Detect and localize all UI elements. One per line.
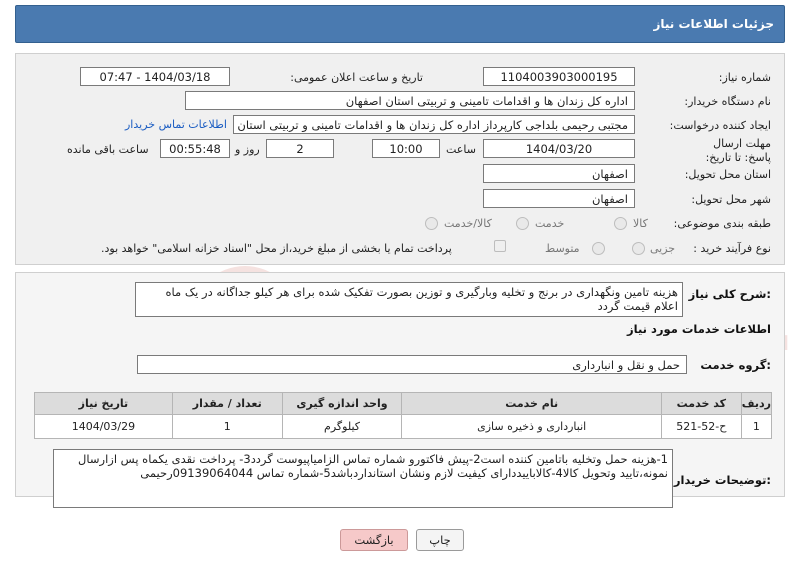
city-field[interactable]: اصفهان [483,189,635,208]
process-label: نوع فرآیند خرید : [693,242,771,255]
cell-need-date: 1404/03/29 [34,414,173,439]
category-radio-goods-service[interactable] [425,217,438,230]
time-label: ساعت [446,143,476,156]
province-field[interactable]: اصفهان [483,164,635,183]
cell-service-name: انبارداری و ذخیره سازی [401,414,662,439]
remaining-time-field[interactable]: 00:55:48 [160,139,230,158]
col-need-date: تاریخ نیاز [34,392,173,415]
col-service-name: نام خدمت [401,392,662,415]
requester-label: ایجاد کننده درخواست: [669,119,771,132]
table-header-row: ردیف کد خدمت نام خدمت واحد اندازه گیری ت… [34,392,773,415]
cell-service-code: ح-52-521 [660,414,742,439]
city-label: شهر محل تحویل: [691,193,771,206]
days-label: روز و [235,143,260,156]
deadline-label: مهلت ارسال پاسخ: تا تاریخ: [705,137,771,164]
province-label: استان محل تحویل: [684,168,771,181]
col-unit: واحد اندازه گیری [281,392,403,415]
days-field[interactable]: 2 [266,139,334,158]
description-textarea[interactable]: هزینه تامین ونگهداری در برنج و تخلیه وبا… [135,282,683,317]
buyer-org-label: نام دستگاه خریدار: [684,95,771,108]
remaining-label: ساعت باقی مانده [67,143,149,156]
buyer-notes-label: توضیحات خریدار: [673,473,771,487]
col-service-code: کد خدمت [660,392,742,415]
services-table: ردیف کد خدمت نام خدمت واحد اندازه گیری ت… [34,392,773,439]
contact-info-link[interactable]: اطلاعات تماس خریدار [125,118,227,131]
page-header: جزئیات اطلاعات نیاز [15,5,785,43]
back-button[interactable]: بازگشت [340,529,408,551]
need-number-label: شماره نیاز: [718,71,771,84]
category-radio-service[interactable] [516,217,529,230]
print-button[interactable]: چاپ [416,529,464,551]
col-row-number: ردیف [740,392,773,415]
treasury-checkbox[interactable] [494,240,506,252]
service-group-field[interactable]: حمل و نقل و انبارداری [137,355,687,374]
process-option-medium-label: متوسط [545,242,580,255]
cell-row-number: 1 [740,414,773,439]
need-number-field[interactable]: 1104003903000195 [483,67,635,86]
category-label: طبقه بندی موضوعی: [673,217,771,230]
announce-label: تاریخ و ساعت اعلان عمومی: [290,71,423,84]
services-title: اطلاعات خدمات مورد نیاز [627,322,771,336]
category-radio-goods[interactable] [614,217,627,230]
col-quantity: تعداد / مقدار [171,392,283,415]
category-option-both-label: کالا/خدمت [444,217,492,230]
deadline-date-field[interactable]: 1404/03/20 [483,139,635,158]
category-option-goods-label: کالا [633,217,648,230]
cell-unit: کیلوگرم [281,414,403,439]
process-radio-medium[interactable] [592,242,605,255]
cell-quantity: 1 [171,414,283,439]
description-label: شرح کلی نیاز: [688,287,771,301]
process-option-minor-label: جزیی [650,242,676,255]
buyer-notes-textarea[interactable]: 1-هزینه حمل وتخلیه باتامین کننده است2-پی… [53,449,673,508]
page-title: جزئیات اطلاعات نیاز [653,17,774,31]
requester-field[interactable]: مجتبی رحیمی بلداجی کارپرداز اداره کل زند… [233,115,635,134]
buyer-org-field[interactable]: اداره کل زندان ها و اقدامات تامینی و ترب… [185,91,635,110]
category-option-service-label: خدمت [535,217,565,230]
payment-note: پرداخت تمام یا بخشی از مبلغ خرید،از محل … [101,242,452,255]
announce-field[interactable]: 1404/03/18 - 07:47 [80,67,230,86]
table-row: 1 ح-52-521 انبارداری و ذخیره سازی کیلوگر… [34,414,773,439]
process-radio-minor[interactable] [632,242,645,255]
deadline-time-field[interactable]: 10:00 [372,139,440,158]
service-group-label: گروه خدمت: [700,358,771,372]
